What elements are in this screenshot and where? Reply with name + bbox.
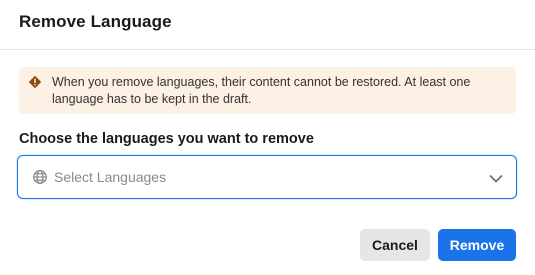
dialog-title: Remove Language: [19, 12, 172, 31]
warning-banner: When you remove languages, their content…: [19, 67, 516, 114]
languages-field-label: Choose the languages you want to remove: [19, 131, 314, 147]
dialog-header: Remove Language: [0, 0, 535, 50]
cancel-button[interactable]: Cancel: [360, 229, 430, 261]
globe-icon: [32, 169, 48, 185]
remove-button[interactable]: Remove: [438, 229, 516, 261]
warning-text: When you remove languages, their content…: [52, 75, 471, 106]
languages-select[interactable]: Select Languages: [17, 155, 517, 199]
warning-diamond-icon: [28, 75, 42, 89]
languages-select-placeholder: Select Languages: [54, 169, 167, 185]
remove-language-dialog: Remove Language When you remove language…: [0, 0, 535, 275]
chevron-down-icon[interactable]: [489, 171, 503, 183]
